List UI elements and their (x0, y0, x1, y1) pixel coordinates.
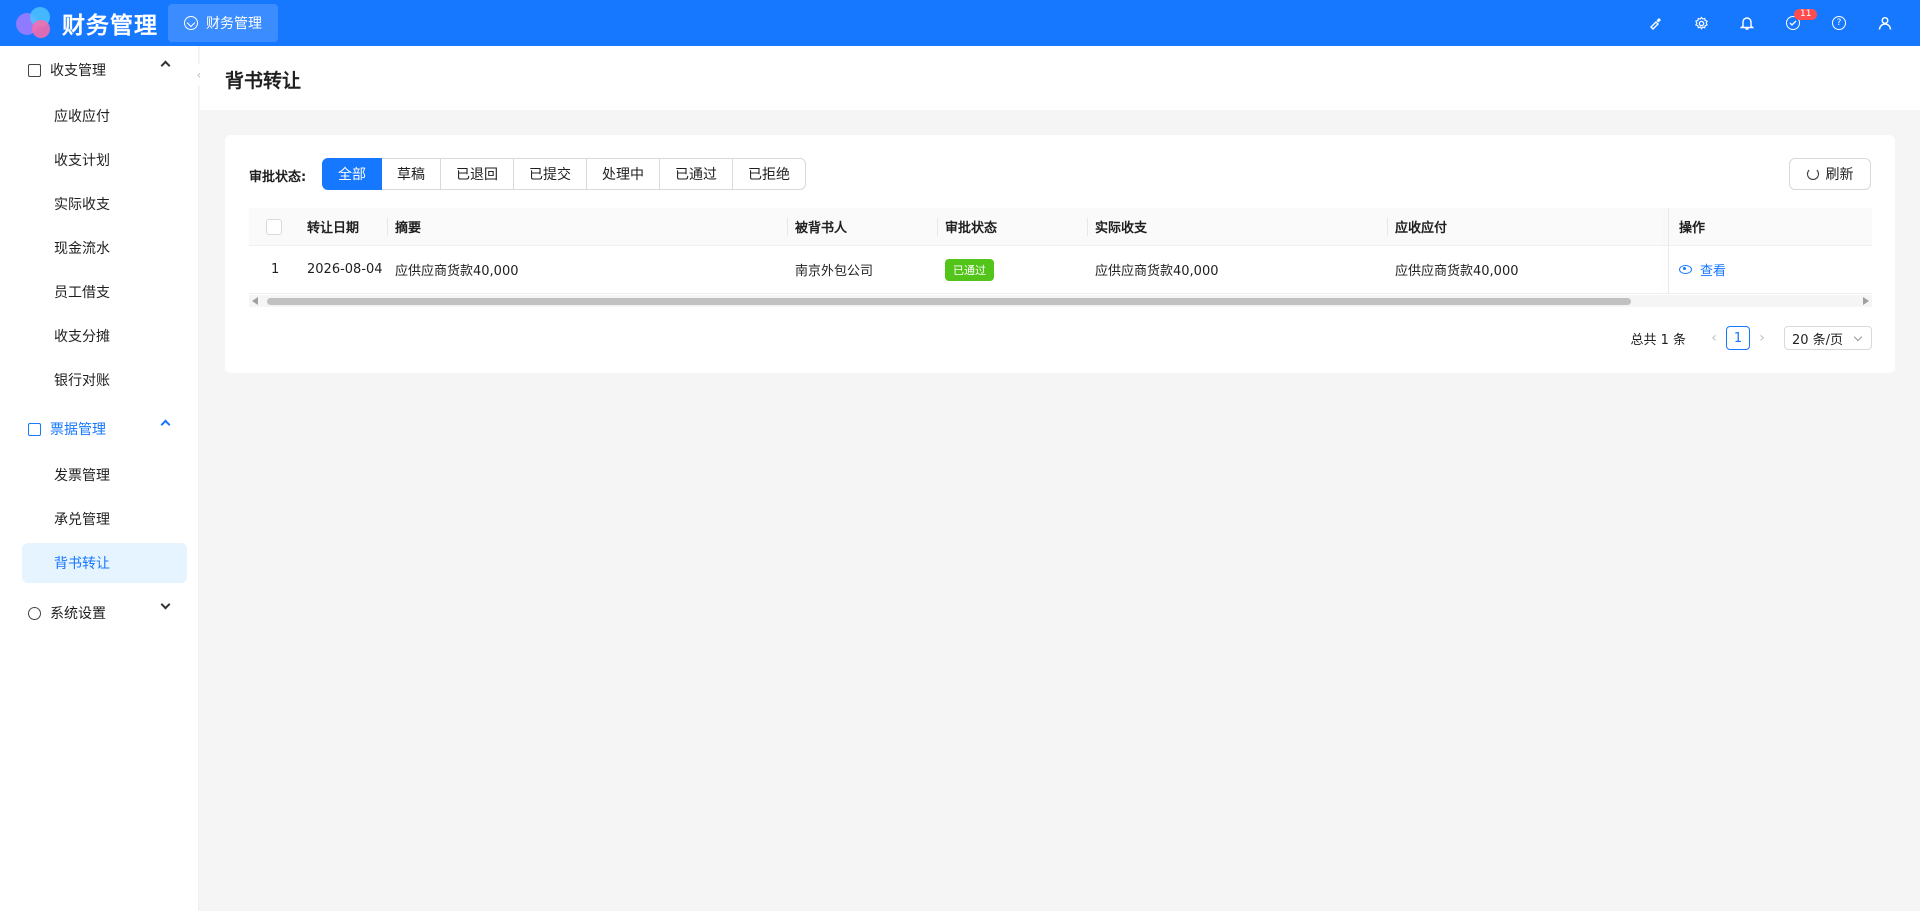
table-header: 转让日期 摘要 被背书人 审批状态 实际收支 应收应付 操作 (249, 208, 1872, 246)
page-title: 背书转让 (225, 70, 302, 92)
brush-icon[interactable] (1632, 0, 1678, 46)
cell-summary: 应供应商货款40,000 (395, 264, 519, 279)
scrollbar-thumb[interactable] (267, 298, 1631, 305)
row-index: 1 (271, 262, 280, 277)
view-link[interactable]: 查看 (1679, 246, 1726, 293)
sidebar-group-label: 系统设置 (50, 606, 106, 622)
prev-page-icon[interactable]: ‹ (1702, 330, 1726, 346)
sidebar: 收支管理 应收应付 收支计划 实际收支 现金流水 员工借支 收支分摊 银行对账 … (0, 46, 199, 911)
page-number[interactable]: 1 (1726, 326, 1750, 350)
sidebar-group-income-expense[interactable]: 收支管理 (0, 48, 199, 92)
message-icon[interactable]: 11 (1770, 0, 1818, 46)
cell-actual: 应供应商货款40,000 (1095, 264, 1219, 279)
scroll-left-arrow-icon[interactable] (252, 297, 258, 305)
chevron-down-icon (160, 599, 171, 610)
filter-option-processing[interactable]: 处理中 (586, 158, 660, 190)
chevron-up-icon (160, 60, 171, 71)
column-header-receivable[interactable]: 应收应付 (1395, 208, 1447, 245)
pagination-total: 总共 1 条 (1630, 332, 1686, 348)
user-icon[interactable] (1862, 0, 1908, 46)
filter-option-returned[interactable]: 已退回 (440, 158, 514, 190)
sidebar-item-actual[interactable]: 实际收支 (22, 184, 187, 224)
column-header-actual[interactable]: 实际收支 (1095, 208, 1147, 245)
endorsement-table: 转让日期 摘要 被背书人 审批状态 实际收支 应收应付 操作 1 2026-08… (249, 208, 1872, 294)
cell-endorsee: 南京外包公司 (795, 264, 874, 279)
sidebar-group-label: 票据管理 (50, 422, 106, 438)
page-header: 背书转让 (200, 46, 1920, 110)
header-actions: 11 ? (1632, 0, 1908, 46)
chevron-down-icon (1853, 332, 1863, 342)
module-icon (184, 16, 198, 30)
page-size-value: 20 条/页 (1792, 332, 1844, 348)
content-card: 审批状态: 全部 草稿 已退回 已提交 处理中 已通过 已拒绝 刷新 转让日期 … (225, 135, 1895, 373)
ledger-icon (28, 63, 41, 77)
select-all-checkbox[interactable] (266, 208, 282, 245)
column-header-endorsee[interactable]: 被背书人 (795, 208, 847, 245)
sidebar-item-receivable-payable[interactable]: 应收应付 (22, 96, 187, 136)
sidebar-item-plan[interactable]: 收支计划 (22, 140, 187, 180)
fixed-column-divider (1668, 208, 1669, 294)
sidebar-item-bank-reconciliation[interactable]: 银行对账 (22, 360, 187, 400)
table-row: 1 2026-08-04 应供应商货款40,000 南京外包公司 已通过 应供应… (249, 246, 1872, 294)
top-header: 财务管理 财务管理 11 ? (0, 0, 1920, 46)
column-header-summary[interactable]: 摘要 (395, 208, 421, 245)
gear-icon (28, 606, 41, 620)
cell-date: 2026-08-04 (307, 262, 383, 277)
pagination: 总共 1 条 ‹ 1 › 20 条/页 (1630, 326, 1872, 350)
filter-option-approved[interactable]: 已通过 (659, 158, 733, 190)
sidebar-item-invoice[interactable]: 发票管理 (22, 455, 187, 495)
sidebar-group-bills[interactable]: 票据管理 (0, 407, 199, 451)
app-logo[interactable]: 财务管理 (14, 0, 158, 46)
filter-label: 审批状态: (249, 170, 307, 185)
sidebar-group-label: 收支管理 (50, 63, 106, 79)
column-header-action: 操作 (1679, 221, 1706, 236)
help-icon[interactable]: ? (1816, 0, 1862, 46)
module-tab[interactable]: 财务管理 (168, 4, 278, 42)
sidebar-item-acceptance[interactable]: 承兑管理 (22, 499, 187, 539)
filter-option-all[interactable]: 全部 (322, 158, 382, 190)
sidebar-item-cash-flow[interactable]: 现金流水 (22, 228, 187, 268)
module-tab-label: 财务管理 (206, 16, 262, 32)
column-header-status[interactable]: 审批状态 (945, 208, 997, 245)
scroll-right-arrow-icon[interactable] (1863, 297, 1869, 305)
page-size-select[interactable]: 20 条/页 (1784, 326, 1872, 350)
eye-icon (1679, 265, 1692, 274)
app-name: 财务管理 (62, 13, 158, 39)
horizontal-scrollbar[interactable] (249, 295, 1872, 307)
next-page-icon[interactable]: › (1750, 330, 1774, 346)
gear-icon[interactable] (1678, 0, 1724, 46)
sidebar-group-settings[interactable]: 系统设置 (0, 591, 199, 635)
column-header-date[interactable]: 转让日期 (307, 208, 359, 245)
sidebar-item-employee-loan[interactable]: 员工借支 (22, 272, 187, 312)
refresh-button[interactable]: 刷新 (1789, 158, 1871, 190)
filter-option-draft[interactable]: 草稿 (381, 158, 441, 190)
filter-option-submitted[interactable]: 已提交 (513, 158, 587, 190)
cell-receivable: 应供应商货款40,000 (1395, 264, 1519, 279)
view-label: 查看 (1700, 264, 1727, 279)
notification-badge: 11 (1794, 9, 1818, 20)
bell-icon[interactable] (1724, 0, 1770, 46)
chevron-up-icon (160, 419, 171, 430)
filter-option-rejected[interactable]: 已拒绝 (732, 158, 806, 190)
cell-status: 已通过 (945, 246, 994, 293)
refresh-label: 刷新 (1825, 167, 1854, 183)
bill-icon (28, 422, 41, 436)
status-filter: 全部 草稿 已退回 已提交 处理中 已通过 已拒绝 (322, 158, 806, 190)
refresh-icon (1806, 168, 1819, 180)
sidebar-item-allocation[interactable]: 收支分摊 (22, 316, 187, 356)
status-badge: 已通过 (945, 258, 994, 281)
logo-icon (14, 5, 56, 41)
sidebar-item-endorsement[interactable]: 背书转让 (22, 543, 187, 583)
